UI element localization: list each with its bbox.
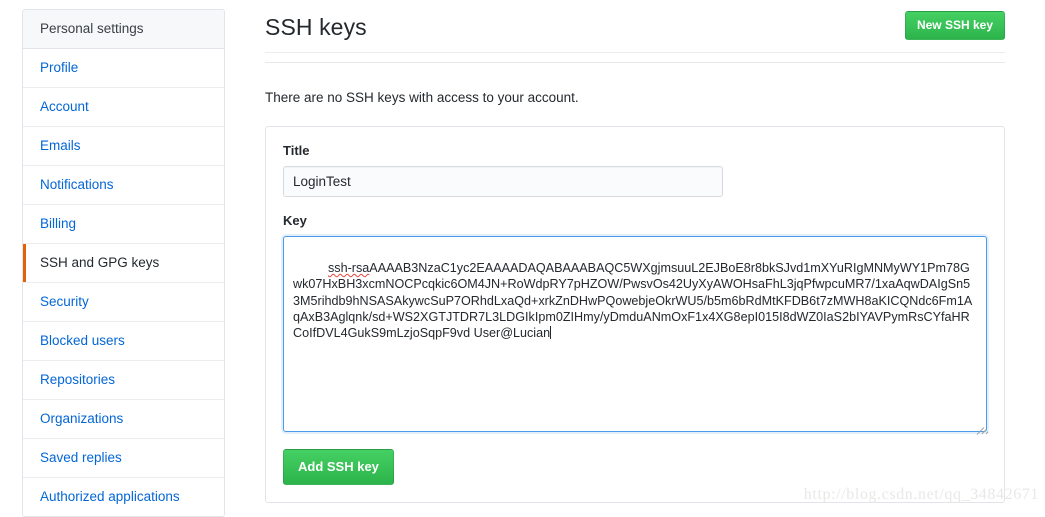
- page-header: SSH keys New SSH key: [265, 0, 1005, 52]
- sidebar-header: Personal settings: [23, 10, 224, 49]
- sidebar-item-emails[interactable]: Emails: [23, 127, 224, 166]
- main-content: SSH keys New SSH key There are no SSH ke…: [265, 0, 1005, 503]
- title-input[interactable]: [283, 166, 723, 197]
- new-ssh-key-button[interactable]: New SSH key: [905, 11, 1005, 40]
- sidebar-item-repositories[interactable]: Repositories: [23, 361, 224, 400]
- sidebar-item-organizations[interactable]: Organizations: [23, 400, 224, 439]
- empty-state-message: There are no SSH keys with access to you…: [265, 63, 1005, 126]
- sidebar-item-blocked-users[interactable]: Blocked users: [23, 322, 224, 361]
- sidebar-item-authorized-applications[interactable]: Authorized applications: [23, 478, 224, 516]
- personal-settings-sidebar: Personal settings Profile Account Emails…: [22, 9, 225, 517]
- sidebar-item-saved-replies[interactable]: Saved replies: [23, 439, 224, 478]
- key-input-wrapper: ssh-rsaAAAAB3NzaC1yc2EAAAADAQABAAABAQC5W…: [283, 236, 987, 432]
- ssh-keys-page: Personal settings Profile Account Emails…: [0, 0, 1045, 510]
- watermark: http://blog.csdn.net/qq_34842671: [804, 486, 1039, 504]
- sidebar-item-account[interactable]: Account: [23, 88, 224, 127]
- key-textarea[interactable]: [283, 236, 987, 432]
- sidebar-item-notifications[interactable]: Notifications: [23, 166, 224, 205]
- add-ssh-key-button[interactable]: Add SSH key: [283, 449, 394, 485]
- sidebar-item-security[interactable]: Security: [23, 283, 224, 322]
- header-divider: [265, 52, 1005, 53]
- field-spacer: [283, 197, 987, 212]
- sidebar-item-billing[interactable]: Billing: [23, 205, 224, 244]
- title-field-label: Title: [283, 142, 987, 159]
- page-title: SSH keys: [265, 10, 1005, 44]
- add-ssh-key-form: Title Key ssh-rsaAAAAB3NzaC1yc2EAAAADAQA…: [265, 126, 1005, 503]
- key-field-label: Key: [283, 212, 987, 229]
- sidebar-item-profile[interactable]: Profile: [23, 49, 224, 88]
- sidebar-item-ssh-and-gpg-keys[interactable]: SSH and GPG keys: [23, 244, 224, 283]
